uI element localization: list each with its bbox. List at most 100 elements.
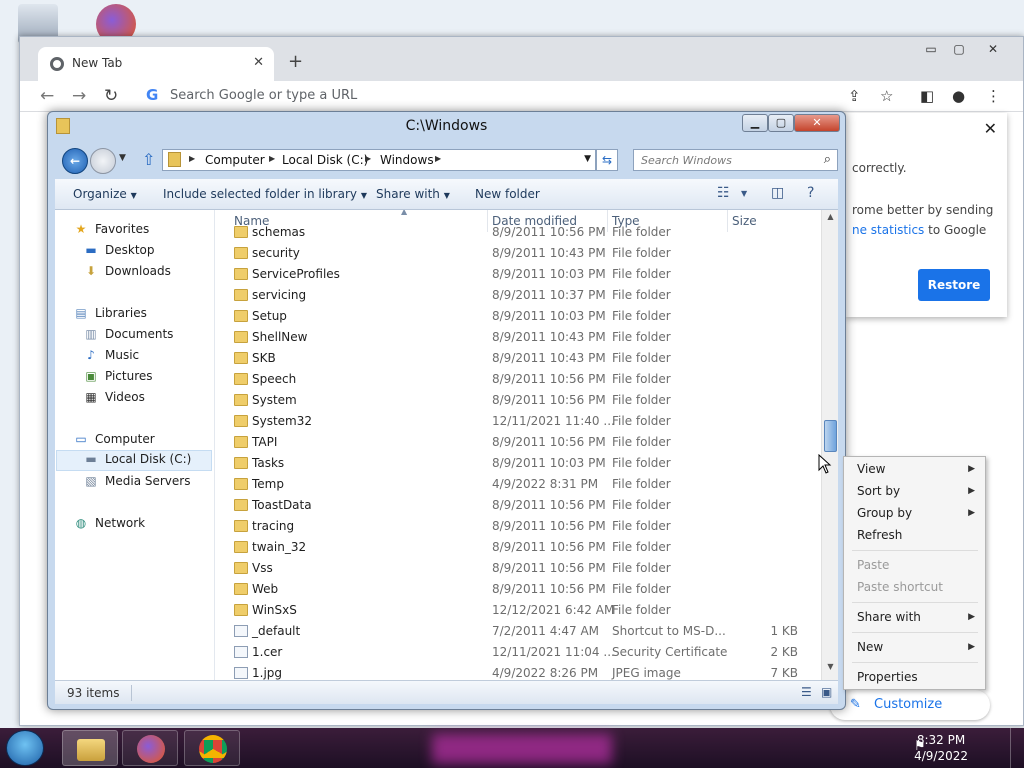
table-row[interactable]: 1.cer 12/11/2021 11:04 ... Security Certif…: [216, 642, 816, 663]
taskbar-chrome-button[interactable]: [184, 730, 240, 766]
nav-libraries[interactable]: ▤ Libraries: [73, 306, 147, 320]
table-row[interactable]: 1.jpg 4/9/2022 8:26 PM JPEG image 7 KB: [216, 663, 816, 680]
chrome-minimize-button[interactable]: ▭: [918, 41, 944, 59]
vertical-scrollbar[interactable]: ▲ ▼: [821, 210, 838, 680]
menu-item-paste[interactable]: Paste: [844, 555, 985, 575]
table-row[interactable]: ShellNew 8/9/2011 10:43 PM File folder: [216, 327, 816, 348]
show-desktop-button[interactable]: [1010, 728, 1024, 768]
refresh-button[interactable]: ⇆: [596, 149, 618, 171]
chrome-maximize-button[interactable]: ▢: [946, 41, 972, 59]
include-in-library-button[interactable]: Include selected folder in library ▼: [163, 187, 367, 201]
table-row[interactable]: TAPI 8/9/2011 10:56 PM File folder: [216, 432, 816, 453]
table-row[interactable]: security 8/9/2011 10:43 PM File folder: [216, 243, 816, 264]
menu-item-paste-shortcut[interactable]: Paste shortcut: [844, 577, 985, 597]
table-row[interactable]: _default 7/2/2011 4:47 AM Shortcut to MS-D…: [216, 621, 816, 642]
share-with-button[interactable]: Share with ▼: [376, 187, 450, 201]
nav-local-disk[interactable]: ▬ Local Disk (C:): [56, 450, 212, 471]
breadcrumb-computer[interactable]: Computer: [205, 153, 265, 167]
scroll-up-arrow-icon[interactable]: ▲: [822, 212, 838, 221]
popup-close-icon[interactable]: ✕: [984, 119, 997, 138]
menu-item-share-with[interactable]: Share with ▶: [844, 607, 985, 627]
breadcrumb-windows[interactable]: Windows: [380, 153, 434, 167]
new-tab-button[interactable]: +: [288, 51, 303, 72]
nav-network[interactable]: ◍ Network: [73, 516, 145, 530]
new-folder-button[interactable]: New folder: [475, 187, 540, 201]
table-row[interactable]: servicing 8/9/2011 10:37 PM File folder: [216, 285, 816, 306]
view-dropdown-icon[interactable]: ▼: [741, 189, 747, 198]
table-row[interactable]: tracing 8/9/2011 10:56 PM File folder: [216, 516, 816, 537]
table-row[interactable]: Web 8/9/2011 10:56 PM File folder: [216, 579, 816, 600]
scroll-down-arrow-icon[interactable]: ▼: [822, 662, 838, 671]
breadcrumb-separator-icon[interactable]: ▶: [365, 154, 371, 163]
explorer-minimize-button[interactable]: ▁: [742, 114, 768, 132]
table-row[interactable]: WinSxS 12/12/2021 6:42 AM File folder: [216, 600, 816, 621]
table-row[interactable]: System32 12/11/2021 11:40 ... File folder: [216, 411, 816, 432]
breadcrumb-separator-icon[interactable]: ▶: [189, 154, 195, 163]
nav-media-servers[interactable]: ▧ Media Servers: [83, 474, 190, 488]
restore-button[interactable]: Restore: [918, 269, 990, 301]
profile-icon[interactable]: ●: [952, 87, 965, 105]
nav-documents[interactable]: ▥ Documents: [83, 327, 173, 341]
preview-pane-icon[interactable]: ◫: [771, 185, 784, 201]
breadcrumb-separator-icon[interactable]: ▶: [269, 154, 275, 163]
address-bar[interactable]: ▶ Computer ▶ Local Disk (C:) ▶ Windows ▶…: [162, 149, 596, 171]
table-row[interactable]: System 8/9/2011 10:56 PM File folder: [216, 390, 816, 411]
details-view-icon[interactable]: ☰: [801, 685, 812, 699]
breadcrumb-separator-icon[interactable]: ▶: [435, 154, 441, 163]
nav-desktop[interactable]: ▬ Desktop: [83, 243, 154, 257]
reload-icon[interactable]: ↻: [104, 86, 118, 106]
help-icon[interactable]: ?: [807, 185, 814, 201]
explorer-close-button[interactable]: ✕: [794, 114, 840, 132]
table-row[interactable]: schemas 8/9/2011 10:56 PM File folder: [216, 222, 816, 243]
menu-item-properties[interactable]: Properties: [844, 667, 985, 687]
nav-pictures[interactable]: ▣ Pictures: [83, 369, 152, 383]
table-row[interactable]: Temp 4/9/2022 8:31 PM File folder: [216, 474, 816, 495]
nav-favorites[interactable]: ★ Favorites: [73, 222, 150, 236]
nav-computer[interactable]: ▭ Computer: [73, 432, 154, 446]
start-button[interactable]: [6, 730, 44, 766]
chrome-close-button[interactable]: ✕: [980, 41, 1006, 59]
address-dropdown-icon[interactable]: ▼: [584, 154, 591, 164]
table-row[interactable]: Vss 8/9/2011 10:56 PM File folder: [216, 558, 816, 579]
back-button[interactable]: ←: [62, 148, 88, 174]
table-row[interactable]: SKB 8/9/2011 10:43 PM File folder: [216, 348, 816, 369]
nav-music[interactable]: ♪ Music: [83, 348, 139, 362]
system-clock[interactable]: 8:32 PM 4/9/2022: [914, 732, 968, 764]
menu-item-sort-by[interactable]: Sort by ▶: [844, 481, 985, 501]
share-icon[interactable]: ⇪: [848, 87, 861, 105]
table-row[interactable]: ToastData 8/9/2011 10:56 PM File folder: [216, 495, 816, 516]
back-arrow-icon[interactable]: ←: [40, 86, 54, 106]
breadcrumb-local-disk[interactable]: Local Disk (C:): [282, 153, 368, 167]
organize-button[interactable]: Organize ▼: [73, 187, 137, 201]
change-view-icon[interactable]: ☷: [717, 185, 730, 201]
nav-downloads[interactable]: ⬇ Downloads: [83, 264, 171, 278]
menu-item-group-by[interactable]: Group by ▶: [844, 503, 985, 523]
explorer-maximize-button[interactable]: ▢: [768, 114, 794, 132]
nav-videos[interactable]: ▦ Videos: [83, 390, 145, 404]
table-row[interactable]: ServiceProfiles 8/9/2011 10:03 PM File fol…: [216, 264, 816, 285]
up-arrow-icon[interactable]: ⇧: [142, 150, 155, 169]
search-icon[interactable]: ⌕: [824, 152, 831, 167]
table-row[interactable]: Speech 8/9/2011 10:56 PM File folder: [216, 369, 816, 390]
forward-arrow-icon[interactable]: →: [72, 86, 86, 106]
menu-item-refresh[interactable]: Refresh: [844, 525, 985, 545]
chrome-menu-icon[interactable]: ⋮: [986, 87, 1001, 105]
customize-chrome-button[interactable]: ✎ Customize Chrome: [830, 690, 990, 742]
taskbar-firefox-button[interactable]: [122, 730, 178, 766]
table-row[interactable]: twain_32 8/9/2011 10:56 PM File folder: [216, 537, 816, 558]
menu-item-view[interactable]: View ▶: [844, 459, 985, 479]
table-row[interactable]: Tasks 8/9/2011 10:03 PM File folder: [216, 453, 816, 474]
tab-close-icon[interactable]: ✕: [253, 55, 264, 70]
usage-statistics-link[interactable]: ne statistics: [852, 223, 924, 237]
menu-item-new[interactable]: New ▶: [844, 637, 985, 657]
table-row[interactable]: Setup 8/9/2011 10:03 PM File folder: [216, 306, 816, 327]
large-icons-view-icon[interactable]: ▣: [821, 685, 832, 699]
tab-new-tab[interactable]: New Tab ✕: [38, 47, 274, 81]
scrollbar-thumb[interactable]: [824, 420, 837, 452]
taskbar-explorer-button[interactable]: [62, 730, 118, 766]
bookmark-star-icon[interactable]: ☆: [880, 87, 893, 105]
omnibox[interactable]: G Search Google or type a URL: [128, 81, 868, 112]
recent-pages-dropdown-icon[interactable]: ▼: [119, 153, 126, 163]
side-panel-icon[interactable]: ◧: [920, 87, 934, 105]
forward-button[interactable]: [90, 148, 116, 174]
